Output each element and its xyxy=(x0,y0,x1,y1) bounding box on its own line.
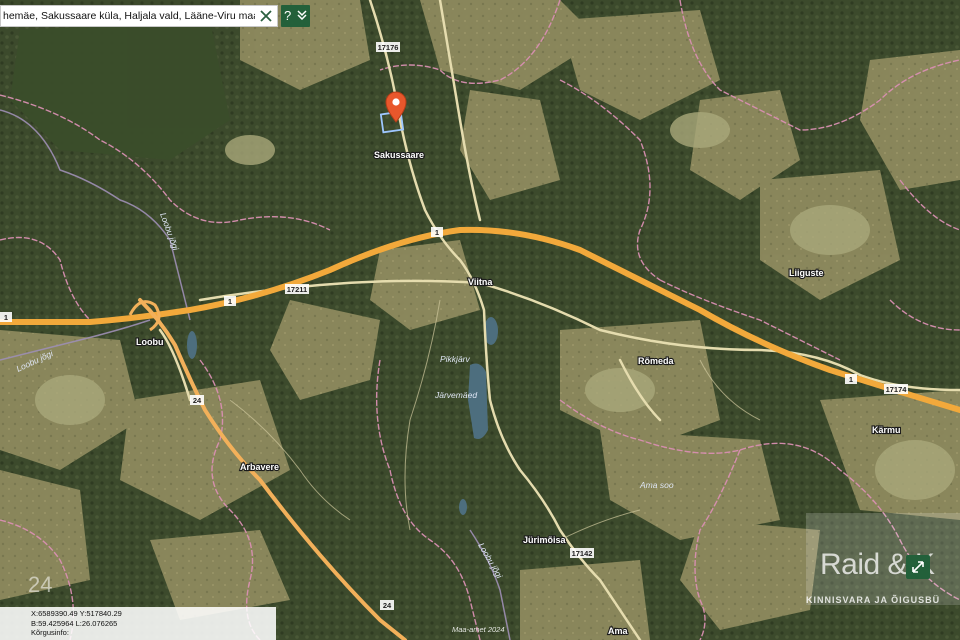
svg-text:17176: 17176 xyxy=(378,43,399,52)
road-shield-17176: 17176 xyxy=(376,42,400,52)
place-label-arbavere: Arbavere xyxy=(240,462,279,472)
svg-text:24: 24 xyxy=(383,601,392,610)
road-shield-1d: 1 xyxy=(845,374,857,384)
place-label-jarvemaed: Järvemäed xyxy=(434,390,477,400)
svg-text:1: 1 xyxy=(228,297,232,306)
place-label-loobu: Loobu xyxy=(136,337,164,347)
place-label-sakussaare: Sakussaare xyxy=(374,150,424,160)
expand-arrows-icon xyxy=(912,561,924,573)
zoom-level-badge: 24 xyxy=(28,572,53,597)
place-label-liiguste: Liiguste xyxy=(789,268,824,278)
coord-height: Kõrgusinfo: xyxy=(31,628,69,637)
place-label-jurimoisa: Jürimõisa xyxy=(523,535,567,545)
address-search-bar[interactable]: hemäe, Sakussaare küla, Haljala vald, Lä… xyxy=(0,5,278,27)
svg-text:17142: 17142 xyxy=(572,549,593,558)
road-shield-24a: 24 xyxy=(190,395,204,405)
road-shield-1c: 1 xyxy=(0,312,12,322)
road-shield-17142: 17142 xyxy=(570,548,594,558)
svg-text:1: 1 xyxy=(849,375,853,384)
svg-text:1: 1 xyxy=(435,228,439,237)
address-search-input[interactable]: hemäe, Sakussaare küla, Haljala vald, Lä… xyxy=(1,10,255,22)
map-toolbar: ? xyxy=(281,5,310,27)
svg-text:1: 1 xyxy=(4,313,8,322)
coordinates-panel: X:6589390.49 Y:517840.29 B:59.425964 L:2… xyxy=(0,607,276,640)
place-label-ama-soo: Ama soo xyxy=(639,480,674,490)
coord-bl: B:59.425964 L:26.076265 xyxy=(31,618,118,628)
road-shield-24b: 24 xyxy=(380,600,394,610)
watermark-subtitle: KINNISVARA JA ÕIGUSBÜ xyxy=(806,595,941,605)
road-shield-17174: 17174 xyxy=(884,384,908,394)
place-label-romeda: Rõmeda xyxy=(638,356,675,366)
svg-text:17174: 17174 xyxy=(886,385,908,394)
chevron-double-down-icon xyxy=(297,10,307,21)
place-label-karmu: Kärmu xyxy=(872,425,901,435)
place-label-ama: Ama xyxy=(608,626,629,636)
svg-text:17211: 17211 xyxy=(287,285,307,294)
coord-xy: X:6589390.49 Y:517840.29 xyxy=(31,609,122,618)
collapse-button[interactable] xyxy=(297,5,307,27)
road-shield-1b: 1 xyxy=(224,296,236,306)
road-shield-1a: 1 xyxy=(431,227,443,237)
lake-label-pikkjarv: Pikkjärv xyxy=(440,354,471,364)
map-attribution: Maa-amet 2024 xyxy=(452,625,505,634)
help-button[interactable]: ? xyxy=(284,5,291,27)
expand-button[interactable] xyxy=(906,555,930,579)
road-shield-17211: 17211 xyxy=(285,284,309,294)
svg-text:24: 24 xyxy=(193,396,202,405)
place-label-viitna: Viitna xyxy=(468,277,493,287)
close-icon[interactable] xyxy=(255,6,277,26)
